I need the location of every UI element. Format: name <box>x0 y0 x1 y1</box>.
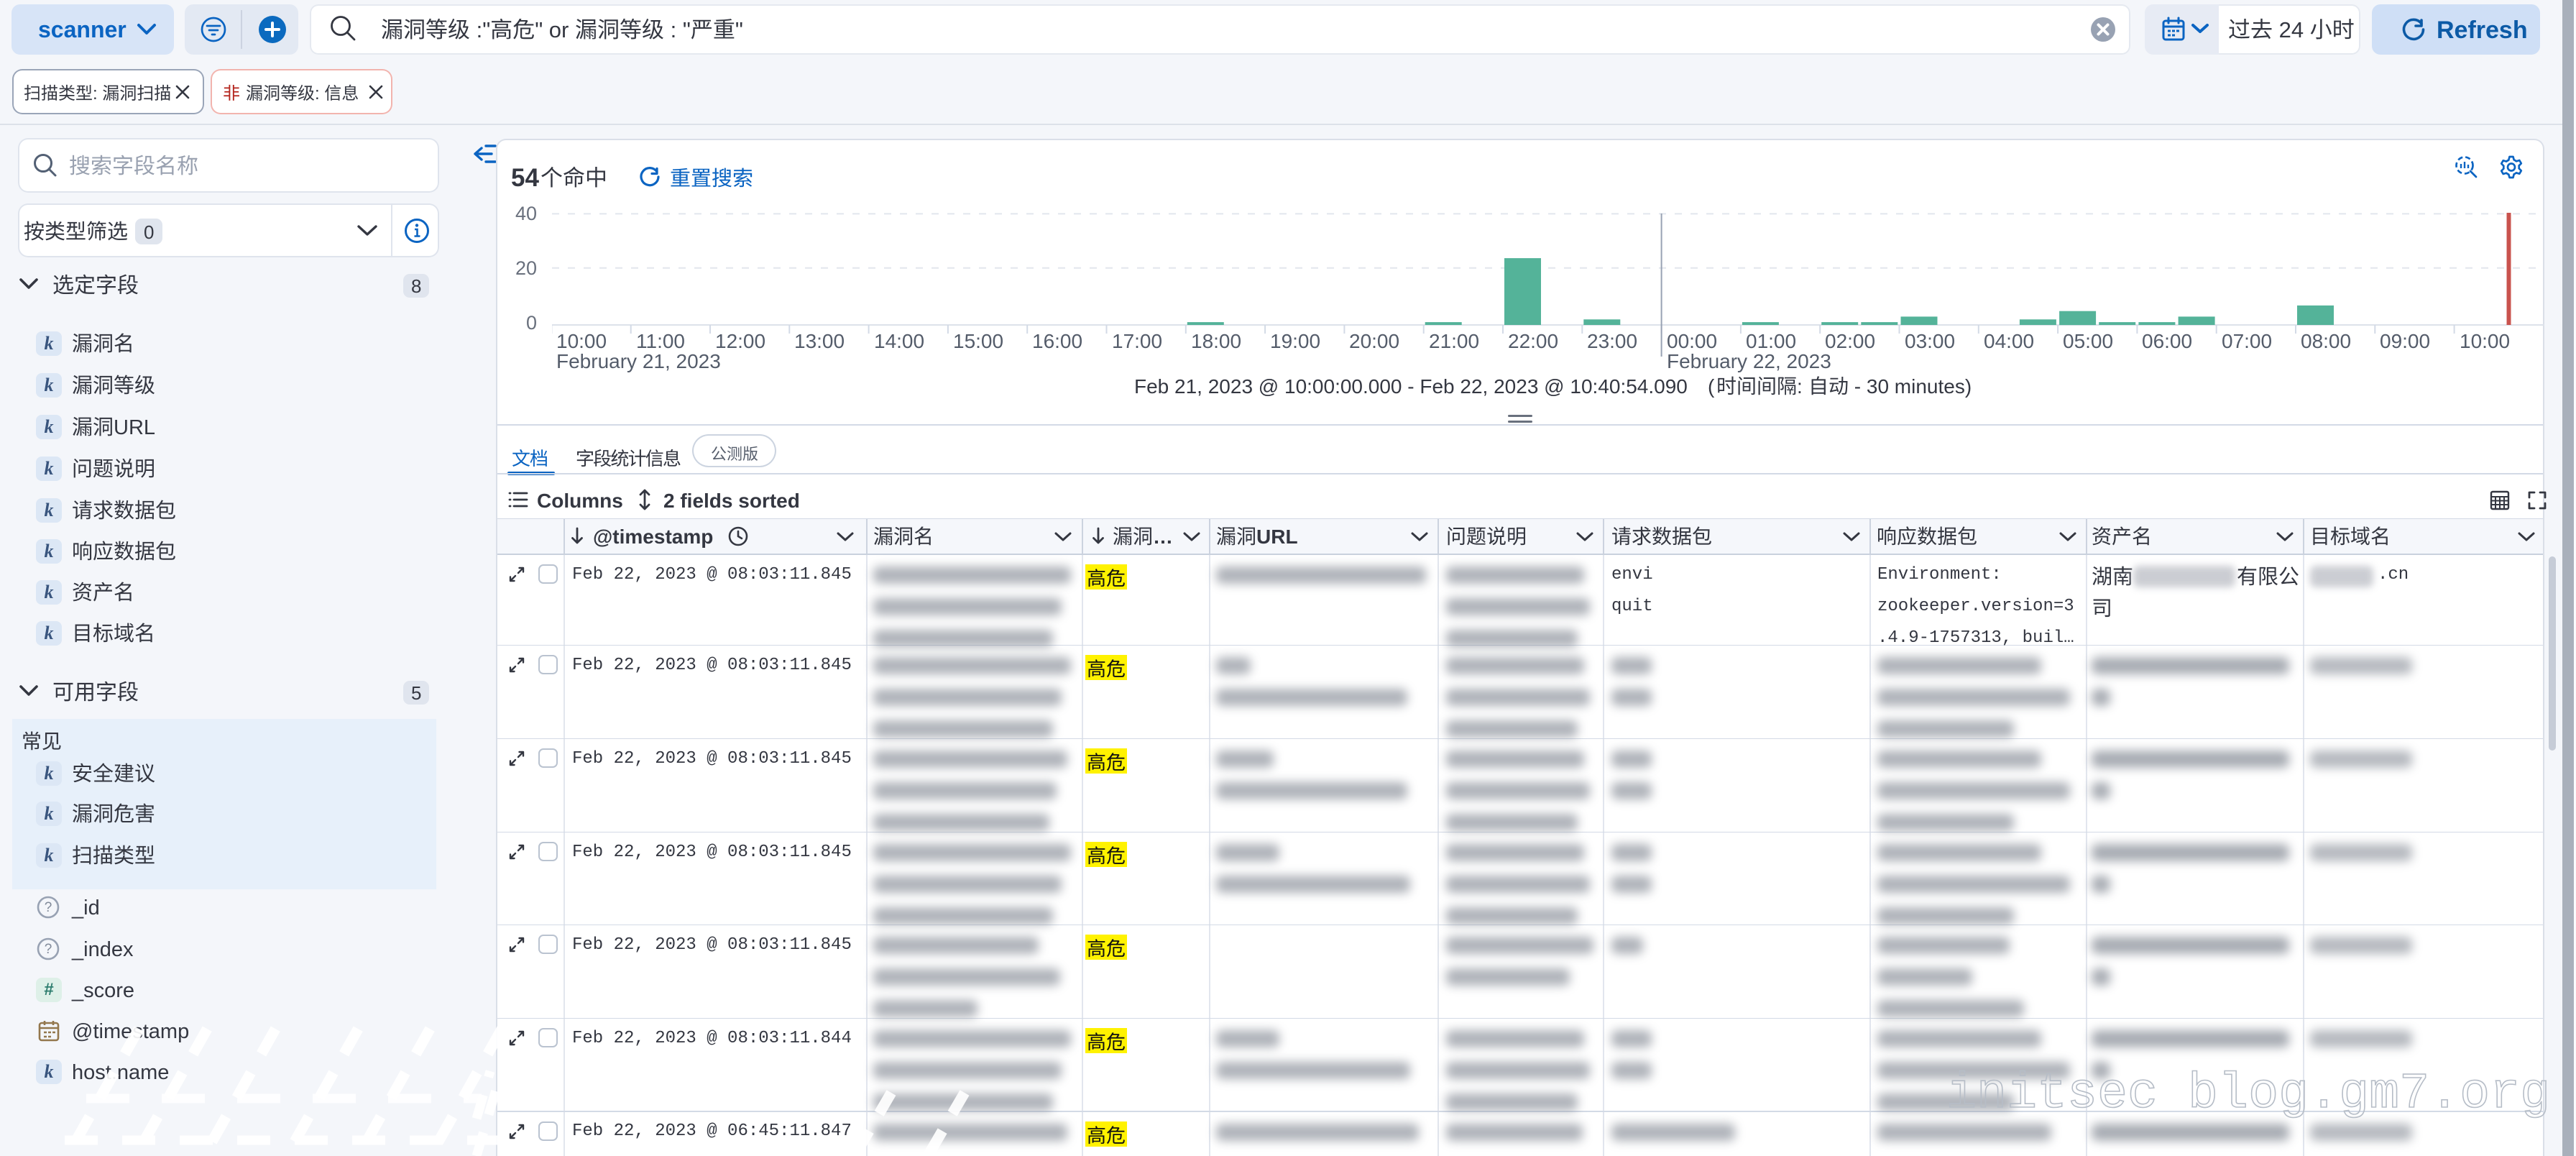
svg-text:03:00: 03:00 <box>1905 330 1955 352</box>
svg-text:24: 24 <box>2273 17 2310 42</box>
svg-text::: : <box>93 84 102 104</box>
svg-text:10:00: 10:00 <box>2460 330 2510 352</box>
svg-text:initsec blog.gm7.org: initsec blog.gm7.org <box>1946 1066 2550 1123</box>
svg-text:2 fields sorted: 2 fields sorted <box>663 490 800 512</box>
svg-text:": " <box>735 17 743 42</box>
svg-text:" or: " or <box>535 17 575 42</box>
svg-text:40: 40 <box>515 203 537 224</box>
svg-text:17:00: 17:00 <box>1112 330 1162 352</box>
svg-text:54: 54 <box>511 164 539 192</box>
svg-text:15:00: 15:00 <box>953 330 1003 352</box>
svg-text:21:00: 21:00 <box>1429 330 1479 352</box>
svg-text:07:00: 07:00 <box>2222 330 2272 352</box>
svg-text::: : <box>1797 375 1808 398</box>
svg-text:0: 0 <box>526 312 537 334</box>
svg-text:Feb 21, 2023 @ 10:00:00.000 -: Feb 21, 2023 @ 10:00:00.000 - Feb 22, 20… <box>1134 375 1688 398</box>
svg-text:13:00: 13:00 <box>794 330 845 352</box>
svg-text::: : <box>315 84 324 104</box>
svg-text::": :" <box>470 17 490 42</box>
svg-text:February 22, 2023: February 22, 2023 <box>1667 350 1831 372</box>
svg-text:?: ? <box>45 900 52 915</box>
svg-text:5: 5 <box>411 682 421 704</box>
svg-text:…: … <box>1153 526 1173 548</box>
svg-text:February 21, 2023: February 21, 2023 <box>556 350 721 372</box>
svg-text:23:00: 23:00 <box>1587 330 1637 352</box>
svg-text:08:00: 08:00 <box>2301 330 2351 352</box>
svg-text:05:00: 05:00 <box>2063 330 2113 352</box>
svg-text:8: 8 <box>411 275 421 297</box>
svg-text:20:00: 20:00 <box>1349 330 1399 352</box>
svg-text:Refresh: Refresh <box>2437 17 2528 44</box>
svg-text:- 30 minutes): - 30 minutes) <box>1849 375 1972 398</box>
svg-text:_index: _index <box>71 938 134 961</box>
svg-text:16:00: 16:00 <box>1032 330 1082 352</box>
svg-text:14:00: 14:00 <box>874 330 924 352</box>
svg-text:_id: _id <box>71 896 100 919</box>
svg-text:(: ( <box>1708 375 1715 398</box>
svg-text:06:00: 06:00 <box>2142 330 2192 352</box>
svg-text:18:00: 18:00 <box>1191 330 1241 352</box>
svg-text:scanner: scanner <box>38 17 126 42</box>
svg-text:20: 20 <box>515 257 537 279</box>
svg-text:Columns: Columns <box>537 490 623 512</box>
svg-text:22:00: 22:00 <box>1508 330 1558 352</box>
svg-text:19:00: 19:00 <box>1270 330 1320 352</box>
svg-text:04:00: 04:00 <box>1984 330 2034 352</box>
svg-text:0: 0 <box>144 221 154 243</box>
svg-text:_score: _score <box>71 979 134 1002</box>
svg-text:@timestamp: @timestamp <box>593 526 713 548</box>
svg-text:09:00: 09:00 <box>2380 330 2430 352</box>
svg-text:URL: URL <box>1256 526 1298 548</box>
svg-text:?: ? <box>45 942 52 957</box>
svg-text:URL: URL <box>114 416 155 439</box>
svg-text:: ": : " <box>664 17 691 42</box>
